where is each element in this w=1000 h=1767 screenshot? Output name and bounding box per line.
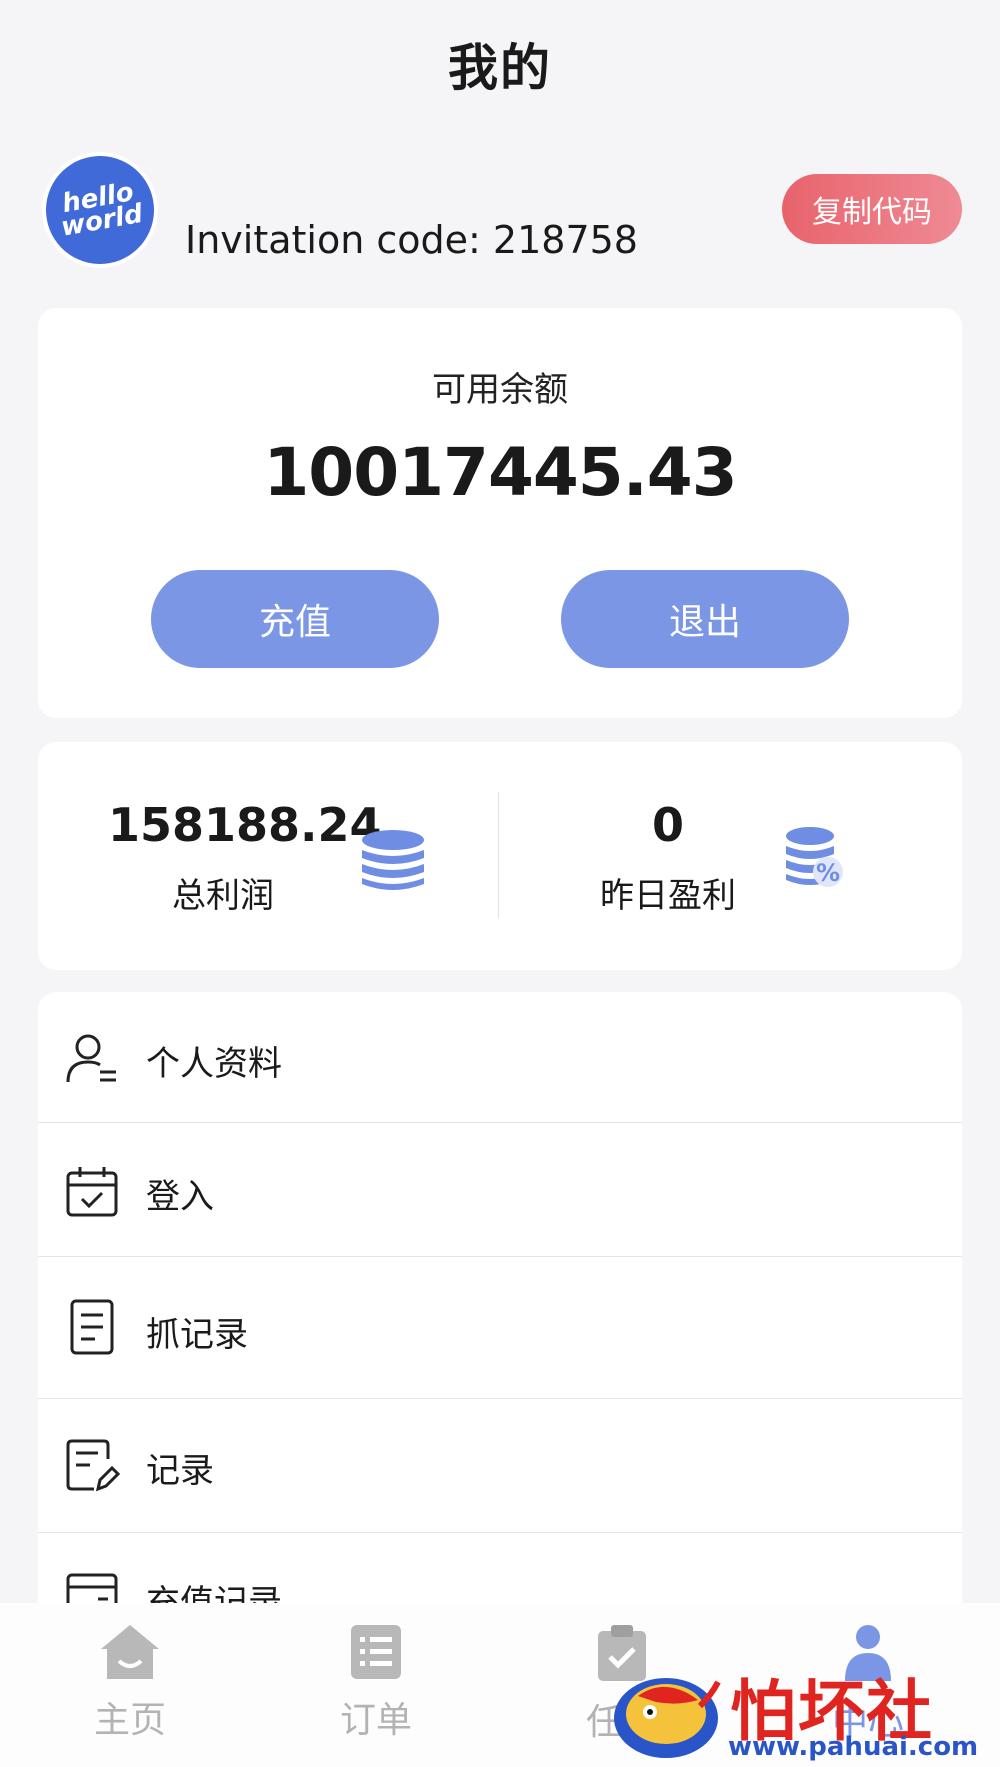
list-icon bbox=[351, 1625, 401, 1679]
yesterday-profit-label: 昨日盈利 bbox=[600, 876, 736, 916]
stats-card: 158188.24 总利润 0 昨日盈利 % bbox=[38, 742, 962, 970]
edit-record-icon bbox=[66, 1439, 120, 1492]
balance-card: 可用余额 10017445.43 充值 退出 bbox=[38, 308, 962, 718]
total-profit-label: 总利润 bbox=[172, 876, 274, 916]
watermark: 怕坏社区 www.pahuai.com bbox=[600, 1658, 1000, 1767]
tab-orders[interactable]: 订单 bbox=[296, 1623, 456, 1743]
yesterday-profit-stat: 0 昨日盈利 bbox=[568, 798, 768, 917]
total-profit-value: 158188.24 bbox=[108, 798, 382, 852]
menu-item-grab-records[interactable]: 抓记录 bbox=[38, 1257, 962, 1399]
coin-percent-icon: % bbox=[786, 827, 843, 887]
menu-item-label: 记录 bbox=[146, 1451, 214, 1491]
svg-text:%: % bbox=[816, 859, 840, 887]
tab-label: 主页 bbox=[93, 1700, 166, 1741]
copy-code-button[interactable]: 复制代码 bbox=[782, 174, 962, 244]
menu-item-records[interactable]: 记录 bbox=[38, 1399, 962, 1533]
avatar-logo: hello world bbox=[37, 147, 163, 273]
tab-label: 订单 bbox=[339, 1700, 412, 1741]
watermark-url: www.pahuai.com bbox=[728, 1732, 979, 1762]
calendar-check-icon bbox=[66, 1167, 118, 1217]
menu-list: 个人资料 登入 抓记录 记录 充值记录 bbox=[38, 992, 962, 1612]
yesterday-profit-value: 0 bbox=[651, 798, 684, 852]
invitation-code: Invitation code: 218758 bbox=[185, 218, 638, 262]
logout-button[interactable]: 退出 bbox=[561, 570, 849, 668]
stats-divider bbox=[498, 792, 499, 918]
tab-home[interactable]: 主页 bbox=[50, 1623, 210, 1743]
menu-item-label: 个人资料 bbox=[146, 1044, 282, 1084]
fish-logo-icon bbox=[614, 1678, 721, 1758]
avatar[interactable]: hello world bbox=[37, 147, 163, 273]
menu-item-label: 登入 bbox=[146, 1177, 214, 1217]
home-icon bbox=[101, 1625, 159, 1679]
balance-label: 可用余额 bbox=[432, 370, 568, 410]
coin-stack-icon bbox=[362, 830, 424, 890]
user-profile-icon bbox=[66, 1034, 116, 1083]
page-title: 我的 bbox=[448, 39, 552, 97]
total-profit-stat: 158188.24 总利润 bbox=[108, 798, 382, 917]
menu-item-label: 抓记录 bbox=[146, 1315, 248, 1355]
balance-value: 10017445.43 bbox=[263, 434, 737, 511]
menu-item-login[interactable]: 登入 bbox=[38, 1123, 962, 1257]
menu-item-recharge-records[interactable]: 充值记录 bbox=[38, 1533, 962, 1612]
document-icon bbox=[70, 1299, 114, 1355]
menu-item-profile[interactable]: 个人资料 bbox=[38, 992, 962, 1123]
recharge-button[interactable]: 充值 bbox=[151, 570, 439, 668]
